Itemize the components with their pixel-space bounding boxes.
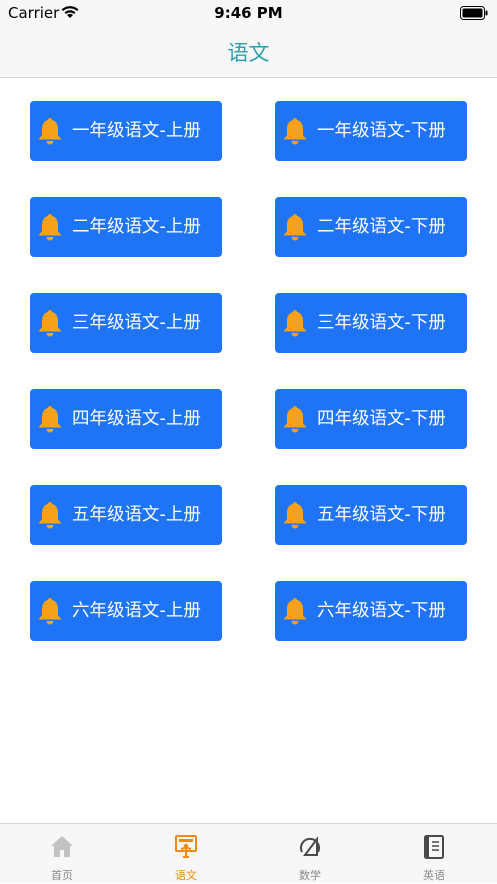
- tab-chinese-label: 语文: [175, 869, 197, 882]
- bell-icon: [38, 310, 62, 337]
- bell-icon: [283, 502, 307, 529]
- tab-math[interactable]: 数学: [248, 824, 372, 884]
- tab-home-label: 首页: [51, 869, 73, 882]
- grade-6-upper-button[interactable]: 六年级语文-上册: [30, 581, 222, 641]
- grade-6-lower-button[interactable]: 六年级语文-下册: [275, 581, 467, 641]
- bell-icon: [38, 118, 62, 145]
- tab-english-label: 英语: [423, 869, 445, 882]
- grade-button-label: 二年级语文-下册: [317, 217, 446, 237]
- grade-button-label: 三年级语文-上册: [72, 313, 201, 333]
- grade-4-lower-button[interactable]: 四年级语文-下册: [275, 389, 467, 449]
- tab-math-label: 数学: [299, 869, 321, 882]
- clock-time: 9:46 PM: [214, 4, 283, 22]
- grade-5-upper-button[interactable]: 五年级语文-上册: [30, 485, 222, 545]
- tab-english[interactable]: 英语: [372, 824, 496, 884]
- tab-home[interactable]: 首页: [0, 824, 124, 884]
- grade-button-label: 五年级语文-上册: [72, 505, 201, 525]
- grade-1-lower-button[interactable]: 一年级语文-下册: [275, 101, 467, 161]
- grade-2-lower-button[interactable]: 二年级语文-下册: [275, 197, 467, 257]
- grade-button-label: 三年级语文-下册: [317, 313, 446, 333]
- status-bar: Carrier 9:46 PM: [0, 0, 497, 26]
- chinese-icon: [175, 835, 197, 858]
- grade-3-lower-button[interactable]: 三年级语文-下册: [275, 293, 467, 353]
- math-icon: [300, 836, 320, 856]
- grade-4-upper-button[interactable]: 四年级语文-上册: [30, 389, 222, 449]
- grade-button-label: 四年级语文-下册: [317, 409, 446, 429]
- bell-icon: [38, 502, 62, 529]
- bell-icon: [38, 406, 62, 433]
- grade-3-upper-button[interactable]: 三年级语文-上册: [30, 293, 222, 353]
- grade-button-label: 二年级语文-上册: [72, 217, 201, 237]
- bell-icon: [283, 118, 307, 145]
- bell-icon: [38, 598, 62, 625]
- bell-icon: [283, 406, 307, 433]
- tab-bar: 首页 语文 数学 英语: [0, 823, 497, 883]
- grade-button-label: 六年级语文-下册: [317, 601, 446, 621]
- navigation-bar: 语文: [0, 26, 497, 78]
- battery-icon: [460, 6, 488, 20]
- tab-chinese[interactable]: 语文: [124, 824, 248, 884]
- grade-button-label: 一年级语文-上册: [72, 121, 201, 141]
- bell-icon: [38, 214, 62, 241]
- grade-button-label: 四年级语文-上册: [72, 409, 201, 429]
- grade-button-label: 六年级语文-上册: [72, 601, 201, 621]
- page-title: 语文: [227, 41, 270, 65]
- bell-icon: [283, 214, 307, 241]
- home-icon: [51, 836, 73, 857]
- grade-5-lower-button[interactable]: 五年级语文-下册: [275, 485, 467, 545]
- grade-button-label: 五年级语文-下册: [317, 505, 446, 525]
- grade-1-upper-button[interactable]: 一年级语文-上册: [30, 101, 222, 161]
- bell-icon: [283, 598, 307, 625]
- grade-button-label: 一年级语文-下册: [317, 121, 446, 141]
- english-icon: [424, 835, 444, 859]
- grade-2-upper-button[interactable]: 二年级语文-上册: [30, 197, 222, 257]
- bell-icon: [283, 310, 307, 337]
